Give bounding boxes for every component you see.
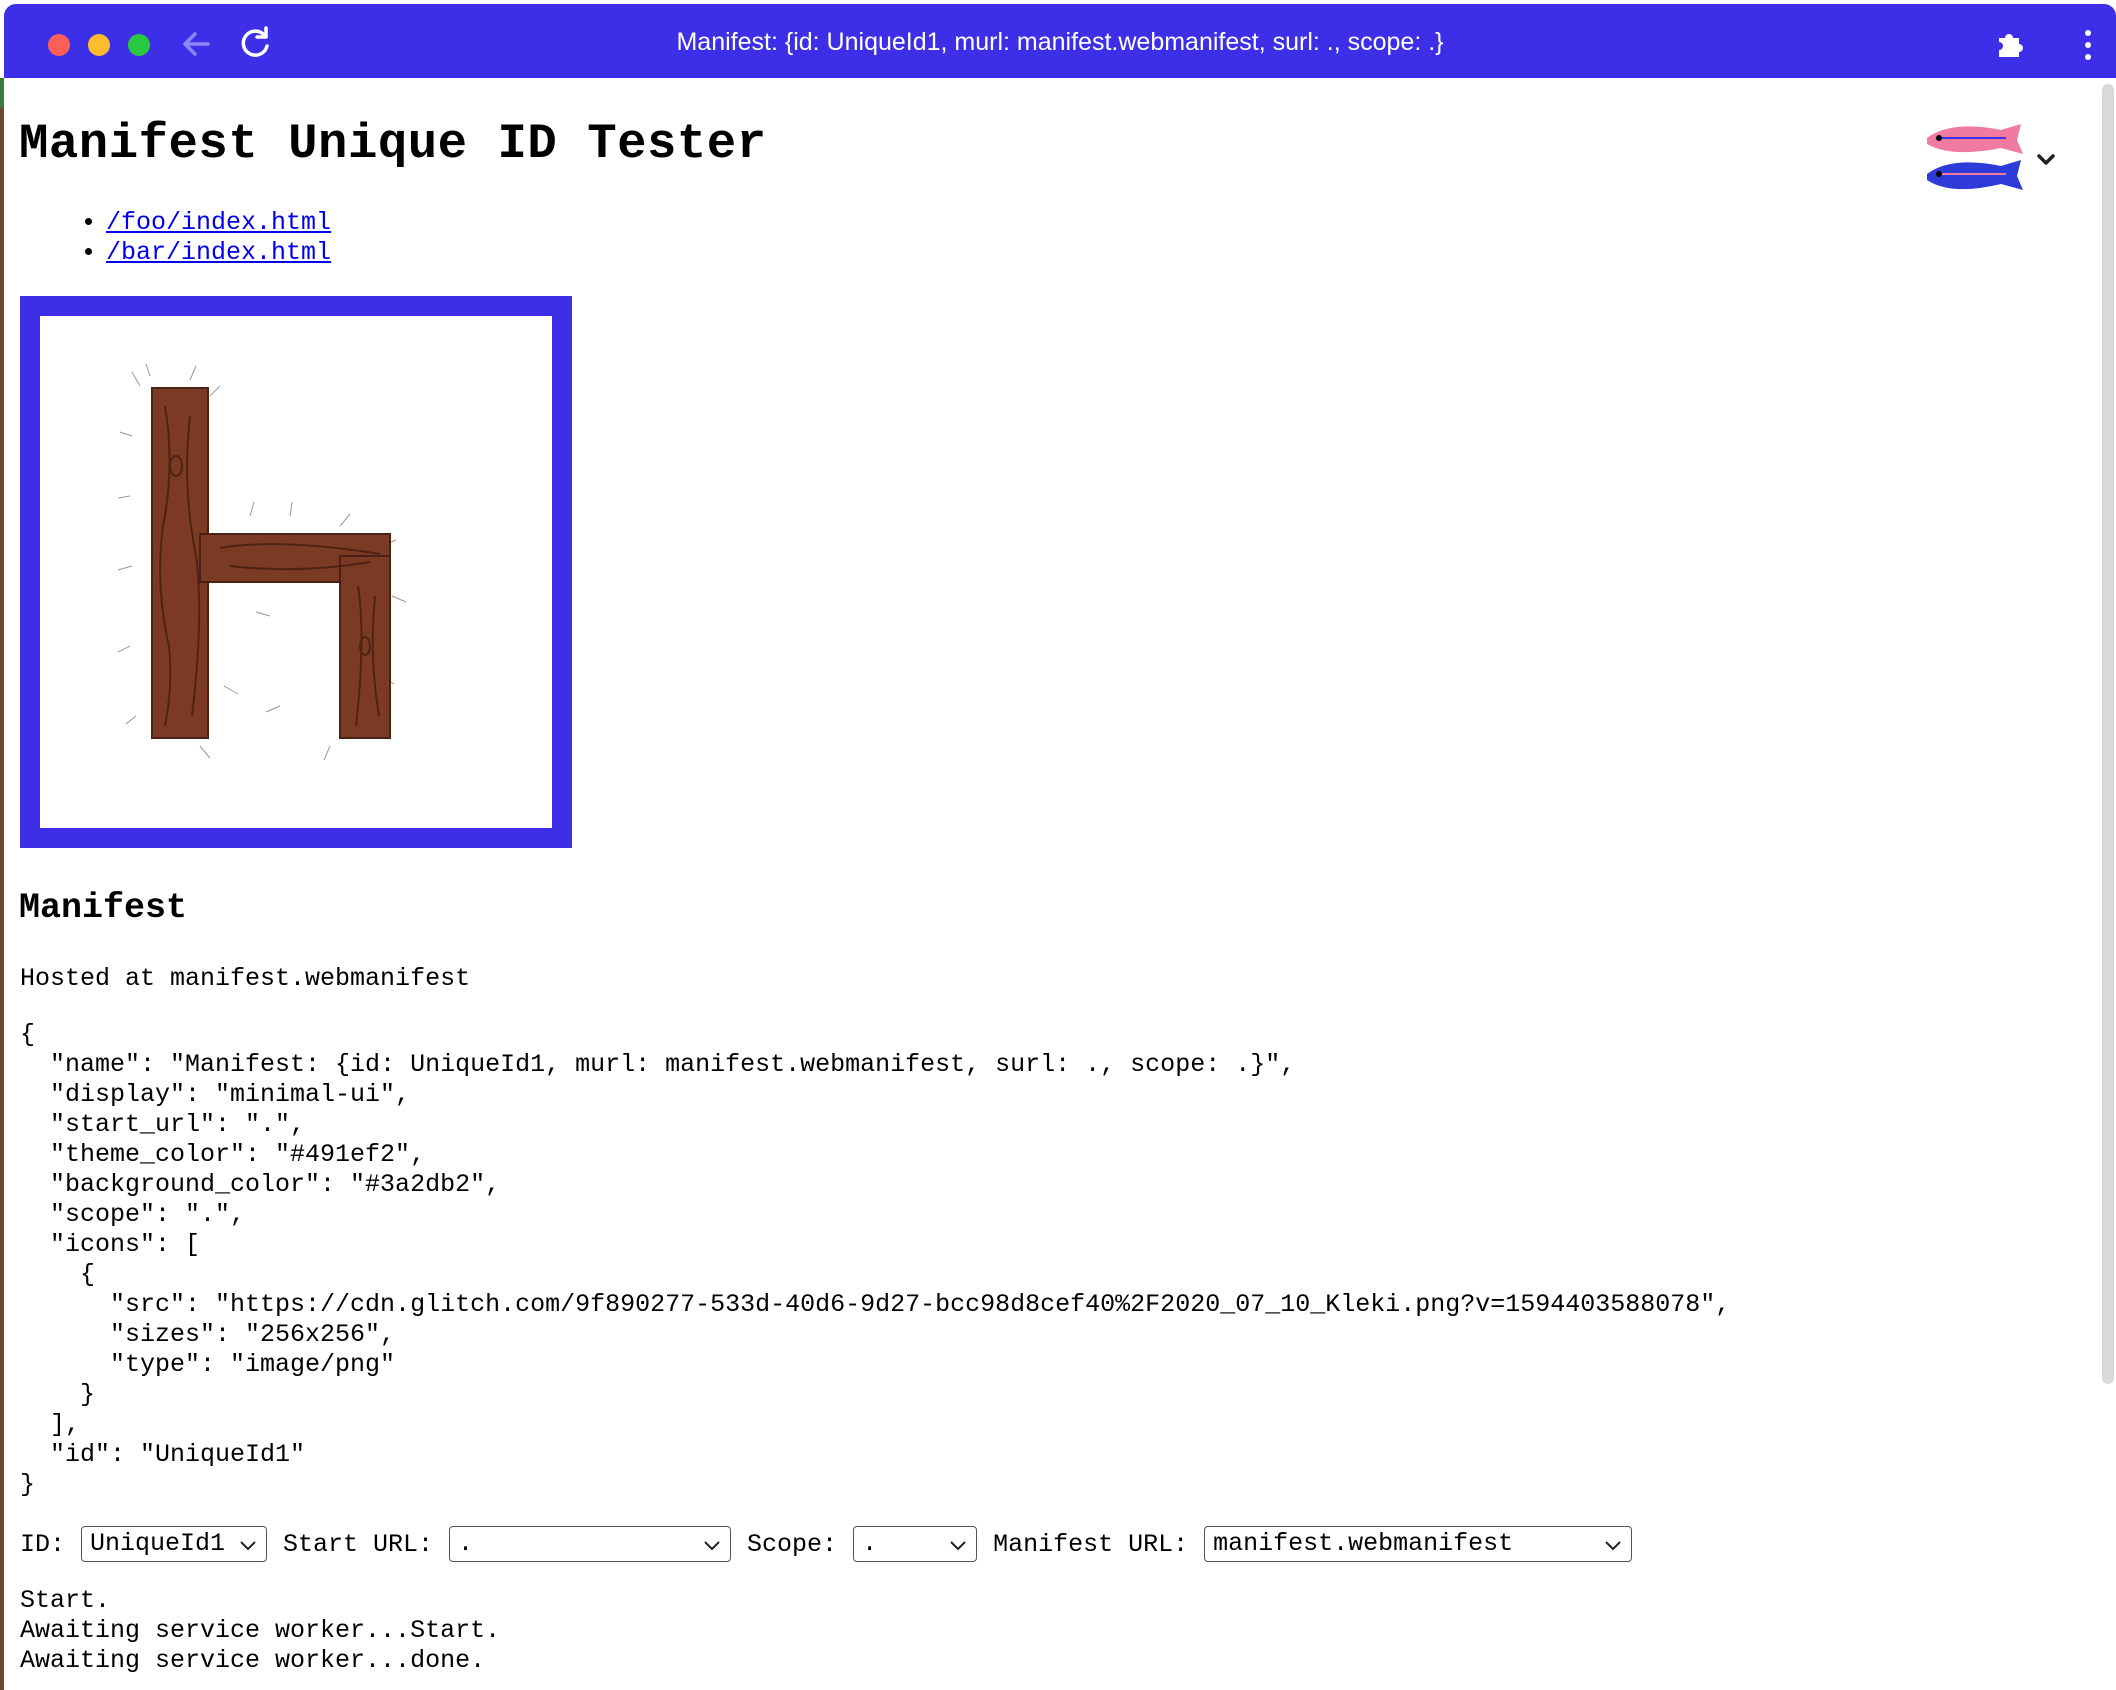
scope-label: Scope: [747, 1529, 838, 1559]
id-select[interactable]: UniqueId1 [81, 1526, 268, 1562]
bar-link[interactable]: /bar/index.html [106, 238, 331, 267]
profile-avatar[interactable] [1921, 118, 2061, 208]
chevron-down-icon [240, 1541, 256, 1551]
id-select-value: UniqueId1 [90, 1529, 226, 1558]
log-line: Start. [20, 1586, 111, 1615]
list-item: /bar/index.html [106, 238, 331, 268]
scope-select-value: . [862, 1529, 878, 1558]
kebab-menu-icon[interactable] [2080, 28, 2096, 62]
list-item: /foo/index.html [106, 208, 331, 238]
page-links: /foo/index.html /bar/index.html [44, 208, 331, 268]
chevron-down-icon [1605, 1541, 1621, 1551]
status-log: Start. Awaiting service worker...Start. … [20, 1586, 500, 1676]
start-url-select-value: . [458, 1529, 474, 1558]
page-title: Manifest Unique ID Tester [19, 116, 767, 172]
log-line: Awaiting service worker...done. [20, 1646, 486, 1675]
window-title-bar: Manifest: {id: UniqueId1, murl: manifest… [4, 4, 2116, 78]
manifest-url-label: Manifest URL: [993, 1529, 1189, 1559]
puzzle-icon[interactable] [1994, 28, 2026, 60]
scope-select[interactable]: . [853, 1526, 978, 1562]
manifest-controls: ID: UniqueId1 Start URL: . Scope: . Mani… [20, 1524, 1648, 1564]
start-url-label: Start URL: [283, 1529, 434, 1559]
manifest-url-select[interactable]: manifest.webmanifest [1204, 1526, 1633, 1562]
id-label: ID: [20, 1529, 66, 1559]
fish-avatar-icon [1927, 124, 2055, 190]
hosted-at-text: Hosted at manifest.webmanifest [20, 964, 471, 993]
window-title: Manifest: {id: UniqueId1, murl: manifest… [676, 28, 1444, 56]
foo-link[interactable]: /foo/index.html [106, 208, 331, 237]
manifest-json: { "name": "Manifest: {id: UniqueId1, mur… [20, 1020, 1731, 1499]
chevron-down-icon [2037, 154, 2055, 165]
chevron-down-icon [950, 1541, 966, 1551]
manifest-heading: Manifest [19, 888, 188, 928]
app-icon-preview [20, 296, 572, 848]
page-scrollbar[interactable] [2102, 84, 2114, 1384]
manifest-url-select-value: manifest.webmanifest [1213, 1529, 1514, 1558]
start-url-select[interactable]: . [449, 1526, 732, 1562]
wooden-letter-h-icon [117, 363, 407, 761]
page-content: Manifest Unique ID Tester /foo/index.htm… [4, 78, 2098, 1690]
log-line: Awaiting service worker...Start. [20, 1616, 501, 1645]
chevron-down-icon [704, 1541, 720, 1551]
